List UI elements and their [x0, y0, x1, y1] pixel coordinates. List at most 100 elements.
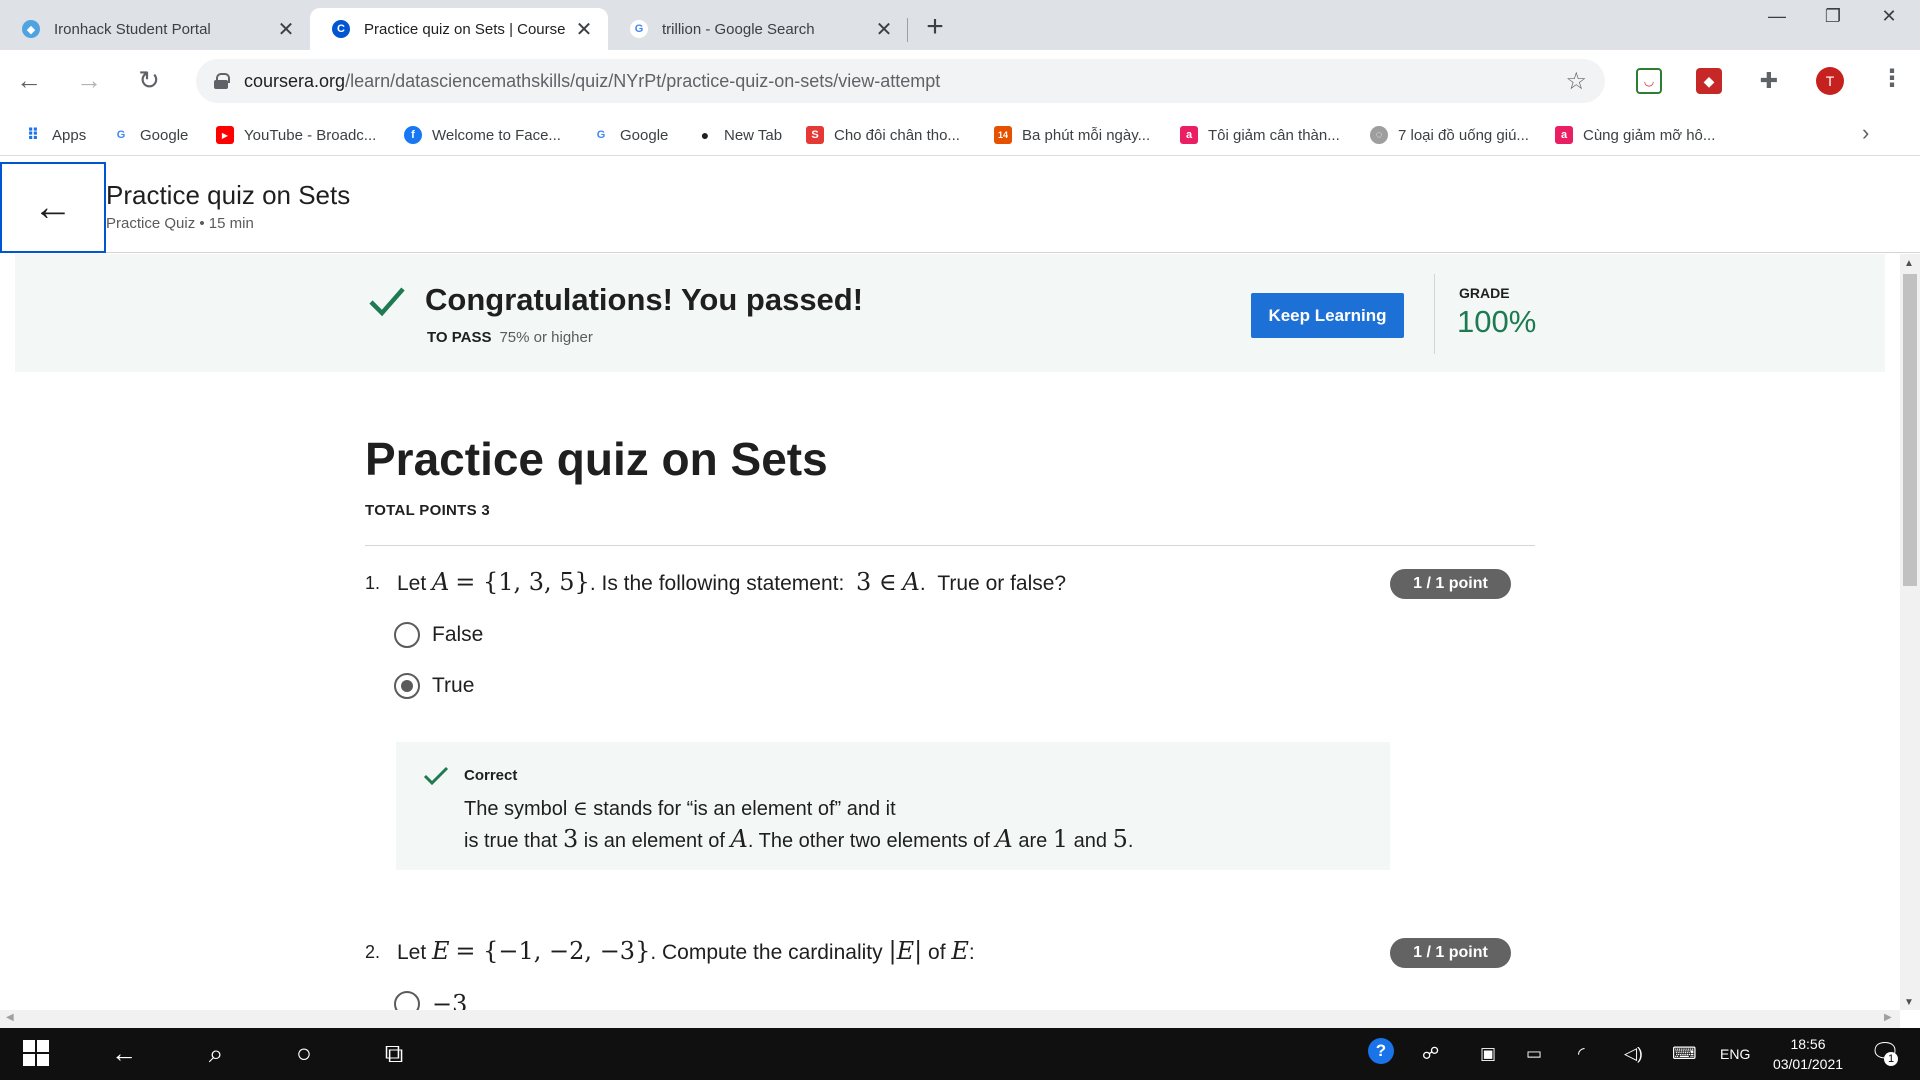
minimize-icon[interactable]: — [1762, 6, 1792, 27]
search-icon[interactable]: ⌕ [196, 1038, 236, 1070]
scroll-right-icon[interactable]: ▶ [1884, 1012, 1892, 1023]
tab-google-search[interactable]: G trillion - Google Search ✕ [608, 8, 908, 50]
question-2-text: Let E = {−1, −2, −3}. Compute the cardin… [397, 937, 975, 965]
coursera-favicon-icon: C [332, 20, 350, 38]
feedback-box: Correct The symbol ∈ stands for “is an e… [396, 742, 1390, 870]
extension-pocket-icon[interactable]: ◡ [1636, 68, 1662, 94]
keep-learning-button[interactable]: Keep Learning [1251, 293, 1404, 338]
option-label: True [432, 674, 475, 697]
divider [365, 545, 1535, 546]
bookmark-label: New Tab [724, 126, 783, 144]
close-tab-icon[interactable]: ✕ [274, 17, 298, 42]
option-false[interactable]: False [394, 622, 483, 648]
cortana-icon[interactable]: ○ [284, 1038, 324, 1069]
tab-title: trillion - Google Search [662, 20, 815, 38]
wifi-icon[interactable]: ◜ [1578, 1044, 1585, 1064]
bookmark-facebook[interactable]: f Welcome to Face... [404, 124, 561, 146]
points-badge: 1 / 1 point [1390, 569, 1511, 599]
bookmark-star-icon[interactable]: ☆ [1565, 67, 1587, 96]
help-icon[interactable]: ? [1368, 1038, 1394, 1064]
keyboard-icon[interactable]: ⌨ [1672, 1044, 1697, 1064]
bookmark-cho-doi-chan[interactable]: S Cho đôi chân tho... [806, 124, 960, 146]
total-points: TOTAL POINTS 3 [365, 502, 491, 519]
bookmark-new-tab[interactable]: ● New Tab [696, 124, 782, 146]
clock[interactable]: 18:56 03/01/2021 [1762, 1034, 1854, 1074]
bookmark-label: 7 loại đồ uống giú... [1398, 126, 1529, 144]
question-1-text: Let A = {1, 3, 5}. Is the following stat… [397, 568, 1067, 596]
points-badge: 1 / 1 point [1390, 938, 1511, 968]
radio-button[interactable] [394, 622, 420, 648]
browser-menu-icon[interactable]: ⋮ [1880, 64, 1904, 93]
clock-date: 03/01/2021 [1772, 1056, 1844, 1072]
radio-button-selected[interactable] [394, 673, 420, 699]
people-icon[interactable]: ☍ [1422, 1044, 1439, 1064]
bookmark-label: Cho đôi chân tho... [834, 126, 960, 144]
lock-icon[interactable] [214, 73, 230, 89]
tab-coursera[interactable]: C Practice quiz on Sets | Coursera ✕ [310, 8, 608, 50]
meet-now-icon[interactable]: ▣ [1480, 1044, 1496, 1064]
bookmark-cung-giam-mo[interactable]: a Cùng giảm mỡ hô... [1555, 124, 1715, 146]
facebook-icon: f [404, 126, 422, 144]
close-tab-icon[interactable]: ✕ [572, 17, 596, 42]
tab-title: Practice quiz on Sets | Coursera [364, 20, 566, 38]
apps-grid-icon: ⠿ [26, 127, 40, 144]
back-arrow-icon[interactable]: ← [104, 1038, 144, 1069]
option-true[interactable]: True [394, 673, 474, 699]
back-arrow-icon[interactable]: ← [12, 63, 46, 97]
horizontal-scrollbar[interactable]: ◀ ▶ [0, 1010, 1900, 1028]
back-arrow-icon[interactable]: ← [0, 162, 106, 253]
battery-icon[interactable]: ▭ [1526, 1044, 1542, 1064]
restore-icon[interactable]: ❐ [1818, 6, 1848, 27]
close-tab-icon[interactable]: ✕ [872, 17, 896, 42]
bookmark-google-2[interactable]: G Google [592, 124, 669, 146]
github-icon: ● [700, 127, 710, 143]
language-indicator[interactable]: ENG [1720, 1046, 1750, 1062]
bookmark-google[interactable]: G Google [112, 124, 189, 146]
notifications-icon[interactable]: 🗨 1 [1870, 1038, 1900, 1067]
google-icon: G [116, 129, 126, 141]
extensions-puzzle-icon[interactable]: ✚ [1756, 68, 1782, 94]
grade-value: 100% [1457, 304, 1537, 339]
bookmark-apps[interactable]: ⠿ Apps [24, 124, 86, 146]
reload-icon[interactable]: ↻ [132, 63, 166, 97]
bookmark-label: Tôi giảm cân thàn... [1208, 126, 1340, 144]
browser-tabstrip: ◆ Ironhack Student Portal ✕ C Practice q… [0, 0, 1920, 50]
bookmark-label: Ba phút mỗi ngày... [1022, 126, 1151, 144]
close-window-icon[interactable]: ✕ [1874, 6, 1904, 27]
scrollbar-thumb[interactable] [1903, 274, 1917, 586]
profile-avatar[interactable]: T [1816, 67, 1844, 95]
windows-taskbar: ← ⌕ ○ ⧉ ? ☍ ▣ ▭ ◜ ◁) ⌨ ENG 18:56 03/01/2… [0, 1028, 1920, 1080]
vertical-scrollbar[interactable]: ▲ ▼ [1900, 254, 1920, 1010]
globe-icon: ◌ [1370, 126, 1388, 144]
scroll-down-icon[interactable]: ▼ [1904, 997, 1914, 1008]
bookmark-ba-phut[interactable]: 14 Ba phút mỗi ngày... [994, 124, 1150, 146]
scroll-left-icon[interactable]: ◀ [6, 1012, 14, 1023]
a-site-icon: a [1555, 126, 1573, 144]
bookmark-label: Apps [52, 126, 87, 144]
scroll-up-icon[interactable]: ▲ [1904, 258, 1914, 269]
forward-arrow-icon[interactable]: → [72, 63, 106, 97]
item-subtitle: Practice Quiz • 15 min [106, 215, 254, 232]
extension-shield-icon[interactable]: ◆ [1696, 68, 1722, 94]
bookmark-youtube[interactable]: ▶ YouTube - Broadc... [216, 124, 376, 146]
url-path: /learn/datasciencemathskills/quiz/NYrPt/… [345, 70, 941, 91]
pass-title: Congratulations! You passed! [425, 282, 864, 317]
youtube-icon: ▶ [216, 126, 234, 144]
bookmarks-bar: ⠿ Apps G Google ▶ YouTube - Broadc... f Welc… [0, 112, 1920, 156]
task-view-icon[interactable]: ⧉ [374, 1038, 414, 1070]
chevron-right-icon[interactable]: › [1862, 120, 1869, 146]
windows-start-icon[interactable] [16, 1038, 56, 1073]
tab-separator [907, 18, 908, 42]
tab-ironhack[interactable]: ◆ Ironhack Student Portal ✕ [0, 8, 310, 50]
bookmark-7-loai[interactable]: ◌ 7 loại đồ uống giú... [1370, 124, 1529, 146]
new-tab-icon[interactable]: + [920, 10, 950, 44]
option-label: False [432, 623, 484, 646]
question-number: 2. [365, 942, 381, 962]
to-pass-info: TO PASS 75% or higher [427, 329, 593, 346]
s-site-icon: S [806, 126, 824, 144]
bookmark-toi-giam-can[interactable]: a Tôi giảm cân thàn... [1180, 124, 1340, 146]
address-bar[interactable]: coursera.org/learn/datasciencemathskills… [196, 59, 1605, 103]
a-site-icon: a [1180, 126, 1198, 144]
quiz-title: Practice quiz on Sets [365, 433, 828, 485]
volume-icon[interactable]: ◁) [1624, 1044, 1643, 1064]
